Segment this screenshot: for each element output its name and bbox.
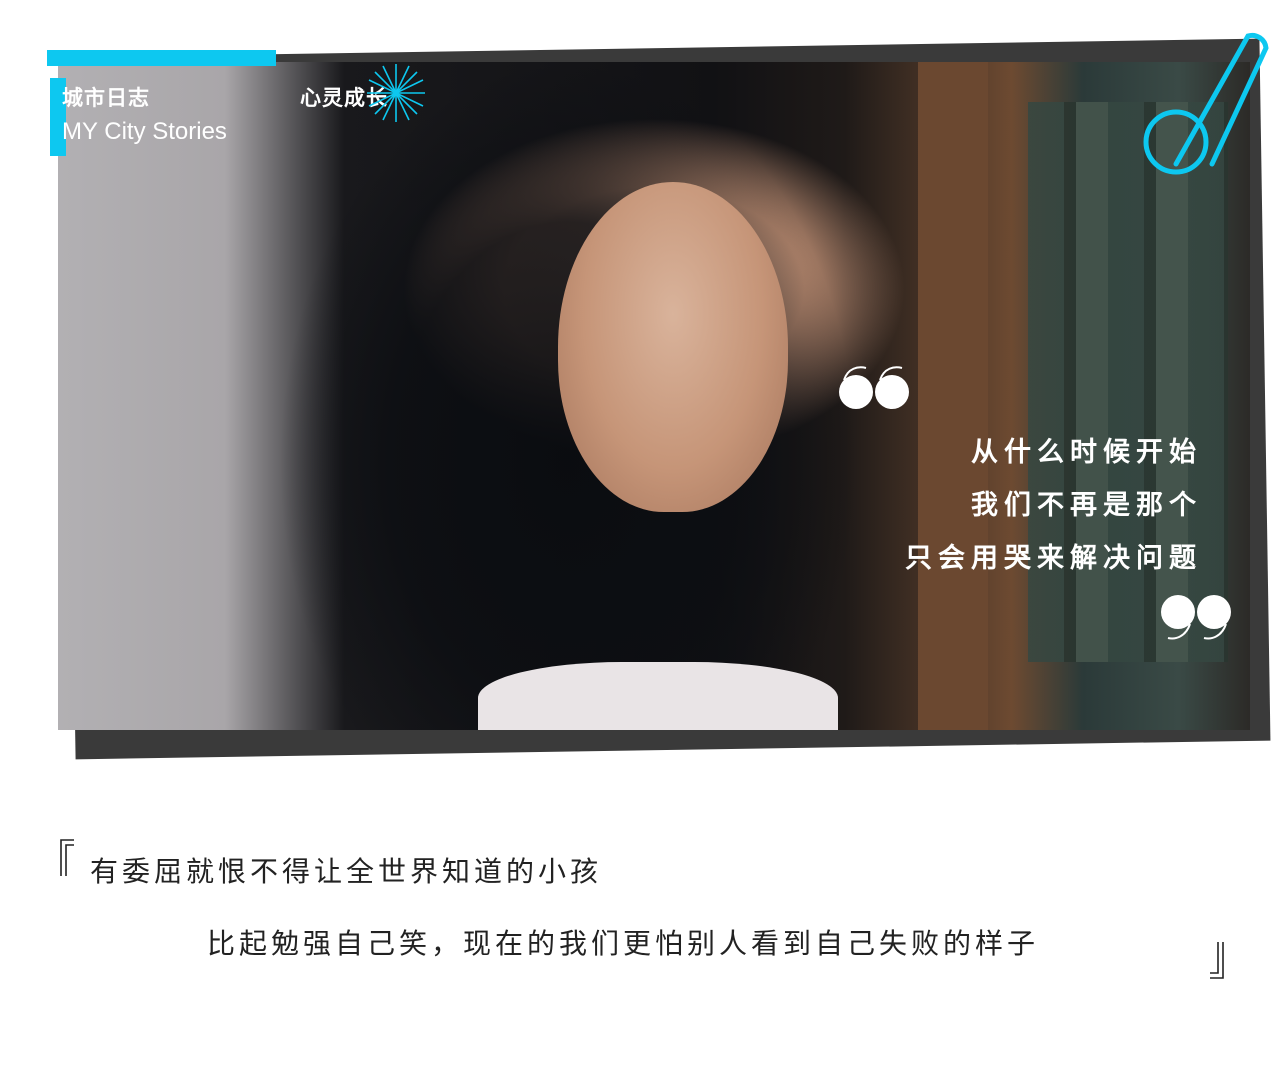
face <box>558 182 788 512</box>
close-bracket-icon <box>1210 942 1224 979</box>
open-bracket-icon <box>60 839 74 876</box>
close-quote-icon <box>1161 595 1231 640</box>
accent-bar <box>47 50 276 66</box>
shirt <box>478 662 838 730</box>
caption-line-2: 比起勉强自己笑，现在的我们更怕别人看到自己失败的样子 <box>207 927 1040 960</box>
category-subtitle: MY City Stories <box>62 118 227 145</box>
category-title: 城市日志 <box>62 86 150 110</box>
paperclip-icon <box>1143 32 1269 175</box>
open-quote-icon <box>839 366 909 409</box>
quote-text: 从什么时候开始 我们不再是那个 只会用哭来解决问题 <box>905 426 1202 585</box>
quote-line: 我们不再是那个 <box>971 490 1202 521</box>
quote-line: 从什么时候开始 <box>971 437 1202 468</box>
caption-line-1: 有委屈就恨不得让全世界知道的小孩 <box>90 855 603 888</box>
starburst-icon <box>367 64 425 122</box>
hero-photo <box>58 62 1250 730</box>
quote-line: 只会用哭来解决问题 <box>905 543 1202 574</box>
bookshelf <box>918 62 988 730</box>
